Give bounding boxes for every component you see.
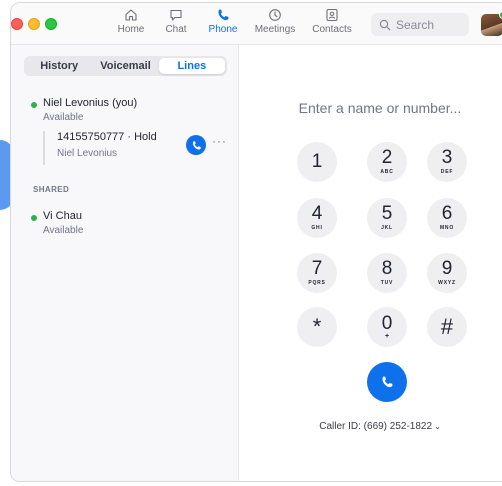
available-status-dot <box>31 215 37 221</box>
search-icon <box>379 19 391 30</box>
key-letters: PQRS <box>308 280 326 286</box>
dial-key-0[interactable]: 0 + <box>367 307 407 347</box>
user-name: Niel Levonius (you) <box>43 97 138 109</box>
nav-meetings[interactable]: Meetings <box>247 8 303 35</box>
key-digit: 5 <box>381 203 393 224</box>
dial-key-5[interactable]: 5 JKL <box>367 198 407 238</box>
contacts-icon <box>326 8 338 22</box>
key-letters: + <box>384 332 390 340</box>
maximize-window-button[interactable] <box>45 18 57 30</box>
caller-id-selector[interactable]: Caller ID: (669) 252-1822 ⌄ <box>260 421 500 432</box>
key-letters: WXYZ <box>438 280 456 286</box>
dial-key-star[interactable]: * <box>297 307 337 347</box>
key-letters: ABC <box>380 169 394 175</box>
nav-phone[interactable]: Phone <box>195 8 251 35</box>
dial-key-7[interactable]: 7 PQRS <box>297 253 337 293</box>
key-digit: # <box>440 314 454 339</box>
search-input[interactable] <box>396 17 466 32</box>
key-digit: 7 <box>311 258 323 279</box>
user-status: Available <box>43 225 84 236</box>
key-digit: 8 <box>381 258 393 279</box>
user-name: Vi Chau <box>43 210 82 222</box>
resume-call-button[interactable] <box>186 135 206 155</box>
chat-icon <box>170 9 182 21</box>
title-bar: Home Chat Phone Meetings Contacts Search <box>11 3 502 45</box>
nav-meetings-label: Meetings <box>254 24 296 35</box>
dial-pad-panel: 1 2 ABC 3 DEF 4 GHI 5 JKL 6 MNO 7 PQRS 8 <box>240 45 502 481</box>
dial-key-9[interactable]: 9 WXYZ <box>427 253 467 293</box>
line-owner: Niel Levonius <box>57 148 118 159</box>
available-status-dot <box>31 102 37 108</box>
app-window: Home Chat Phone Meetings Contacts Search… <box>10 2 502 482</box>
dial-key-4[interactable]: 4 GHI <box>297 198 337 238</box>
more-options-button[interactable]: ··· <box>212 134 227 148</box>
key-letters: DEF <box>440 169 454 175</box>
key-letters: GHI <box>311 225 323 231</box>
phone-icon <box>218 9 229 21</box>
nav-home-label: Home <box>117 24 145 35</box>
home-icon <box>125 9 137 21</box>
key-digit: * <box>312 314 322 339</box>
dial-key-1[interactable]: 1 <box>297 142 337 182</box>
key-digit: 4 <box>311 203 323 224</box>
key-letters: MNO <box>439 225 455 231</box>
dial-key-6[interactable]: 6 MNO <box>427 198 467 238</box>
key-digit: 0 <box>381 312 393 334</box>
nav-contacts-label: Contacts <box>312 24 352 35</box>
key-digit: 2 <box>381 147 393 168</box>
clock-icon <box>269 9 281 21</box>
key-letters: JKL <box>381 225 393 231</box>
user-status: Available <box>43 112 84 123</box>
key-digit: 6 <box>441 203 453 224</box>
dial-number-input[interactable] <box>280 100 480 116</box>
chevron-down-icon: ⌄ <box>434 422 441 431</box>
dial-key-hash[interactable]: # <box>427 307 467 347</box>
line-number: 14155750777 · Hold <box>57 131 157 143</box>
dial-key-2[interactable]: 2 ABC <box>367 142 407 182</box>
tab-lines[interactable]: Lines <box>158 58 225 74</box>
nav-contacts[interactable]: Contacts <box>304 8 360 35</box>
call-button[interactable] <box>367 362 407 402</box>
lines-sidebar: History Voicemail Lines Niel Levonius (y… <box>11 45 239 481</box>
dial-key-3[interactable]: 3 DEF <box>427 142 467 182</box>
caller-id-label: Caller ID: (669) 252-1822 <box>319 421 433 432</box>
phone-icon <box>382 376 393 388</box>
minimize-window-button[interactable] <box>28 18 40 30</box>
key-digit: 1 <box>311 151 323 172</box>
close-window-button[interactable] <box>11 18 23 30</box>
key-digit: 3 <box>441 147 453 168</box>
tab-history[interactable]: History <box>26 58 92 74</box>
tab-voicemail[interactable]: Voicemail <box>92 58 158 74</box>
phone-icon <box>192 140 201 149</box>
search-box[interactable] <box>371 13 469 36</box>
nav-phone-label: Phone <box>208 24 238 35</box>
shared-section-label: SHARED <box>33 185 70 194</box>
nav-chat-label: Chat <box>165 24 187 35</box>
key-letters: TUV <box>380 280 394 286</box>
held-call-line[interactable]: 14155750777 · Hold Niel Levonius ··· <box>43 131 233 165</box>
dial-key-8[interactable]: 8 TUV <box>367 253 407 293</box>
phone-tabs: History Voicemail Lines <box>24 56 227 76</box>
key-digit: 9 <box>441 258 453 279</box>
